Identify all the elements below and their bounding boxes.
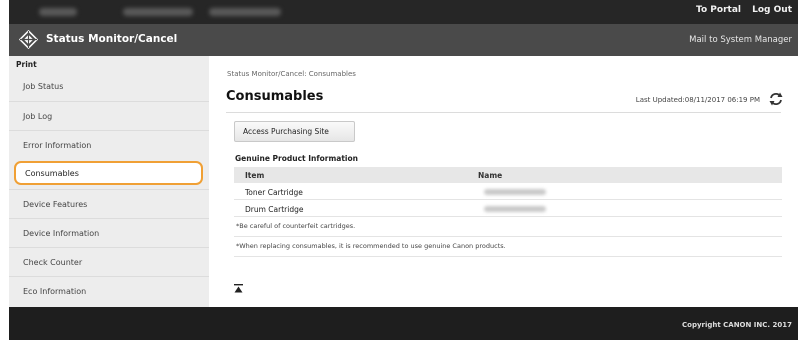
table-header: Item Name	[234, 167, 782, 183]
column-header-item: Item	[245, 171, 265, 180]
copyright: Copyright CANON INC. 2017	[682, 321, 792, 329]
breadcrumb: Status Monitor/Cancel: Consumables	[227, 70, 356, 78]
item-cell: Drum Cartridge	[245, 205, 304, 214]
redacted-text	[123, 8, 193, 16]
top-bar: To Portal Log Out	[9, 0, 798, 24]
table-row: Toner Cartridge	[234, 184, 782, 200]
top-links: To Portal Log Out	[688, 5, 792, 15]
to-portal-link[interactable]: To Portal	[696, 5, 741, 15]
sidebar: Print Job Status Job Log Error Informati…	[9, 56, 209, 307]
access-purchasing-site-button[interactable]: Access Purchasing Site	[234, 121, 355, 142]
divider	[234, 236, 782, 237]
divider	[234, 256, 782, 257]
refresh-icon[interactable]	[768, 91, 784, 107]
divider	[226, 112, 781, 113]
sidebar-item-error-information[interactable]: Error Information	[9, 130, 209, 159]
mail-system-manager-link[interactable]: Mail to System Manager	[689, 35, 792, 45]
redacted-name-cell	[484, 189, 546, 195]
title-bar: Status Monitor/Cancel Mail to System Man…	[9, 24, 798, 56]
sidebar-item-device-features[interactable]: Device Features	[9, 189, 209, 218]
sidebar-item-eco-information[interactable]: Eco Information	[9, 276, 209, 305]
page-title: Consumables	[226, 89, 324, 104]
footer: Copyright CANON INC. 2017	[9, 307, 798, 340]
last-updated: Last Updated:08/11/2017 06:19 PM	[635, 96, 760, 104]
note-text: *When replacing consumables, it is recom…	[236, 242, 506, 250]
canon-diamond-icon	[19, 30, 38, 49]
sidebar-item-consumables[interactable]: Consumables	[14, 161, 203, 185]
redacted-text	[209, 8, 281, 16]
log-out-link[interactable]: Log Out	[752, 5, 792, 15]
to-top-icon[interactable]	[234, 284, 243, 293]
sidebar-item-job-log[interactable]: Job Log	[9, 101, 209, 130]
main-content: Status Monitor/Cancel: Consumables Consu…	[209, 56, 798, 307]
sidebar-section-print: Print	[16, 60, 37, 69]
app-title: Status Monitor/Cancel	[46, 33, 178, 45]
redacted-name-cell	[484, 206, 546, 212]
table-row: Drum Cartridge	[234, 201, 782, 217]
sidebar-item-check-counter[interactable]: Check Counter	[9, 247, 209, 276]
redacted-text	[39, 8, 77, 16]
column-header-name: Name	[478, 171, 503, 180]
item-cell: Toner Cartridge	[245, 188, 303, 197]
sidebar-item-job-status[interactable]: Job Status	[9, 72, 209, 101]
app-frame: To Portal Log Out Status Monitor/Cancel …	[9, 0, 798, 340]
section-title: Genuine Product Information	[235, 154, 358, 163]
sidebar-item-device-information[interactable]: Device Information	[9, 218, 209, 247]
note-text: *Be careful of counterfeit cartridges.	[236, 222, 356, 230]
